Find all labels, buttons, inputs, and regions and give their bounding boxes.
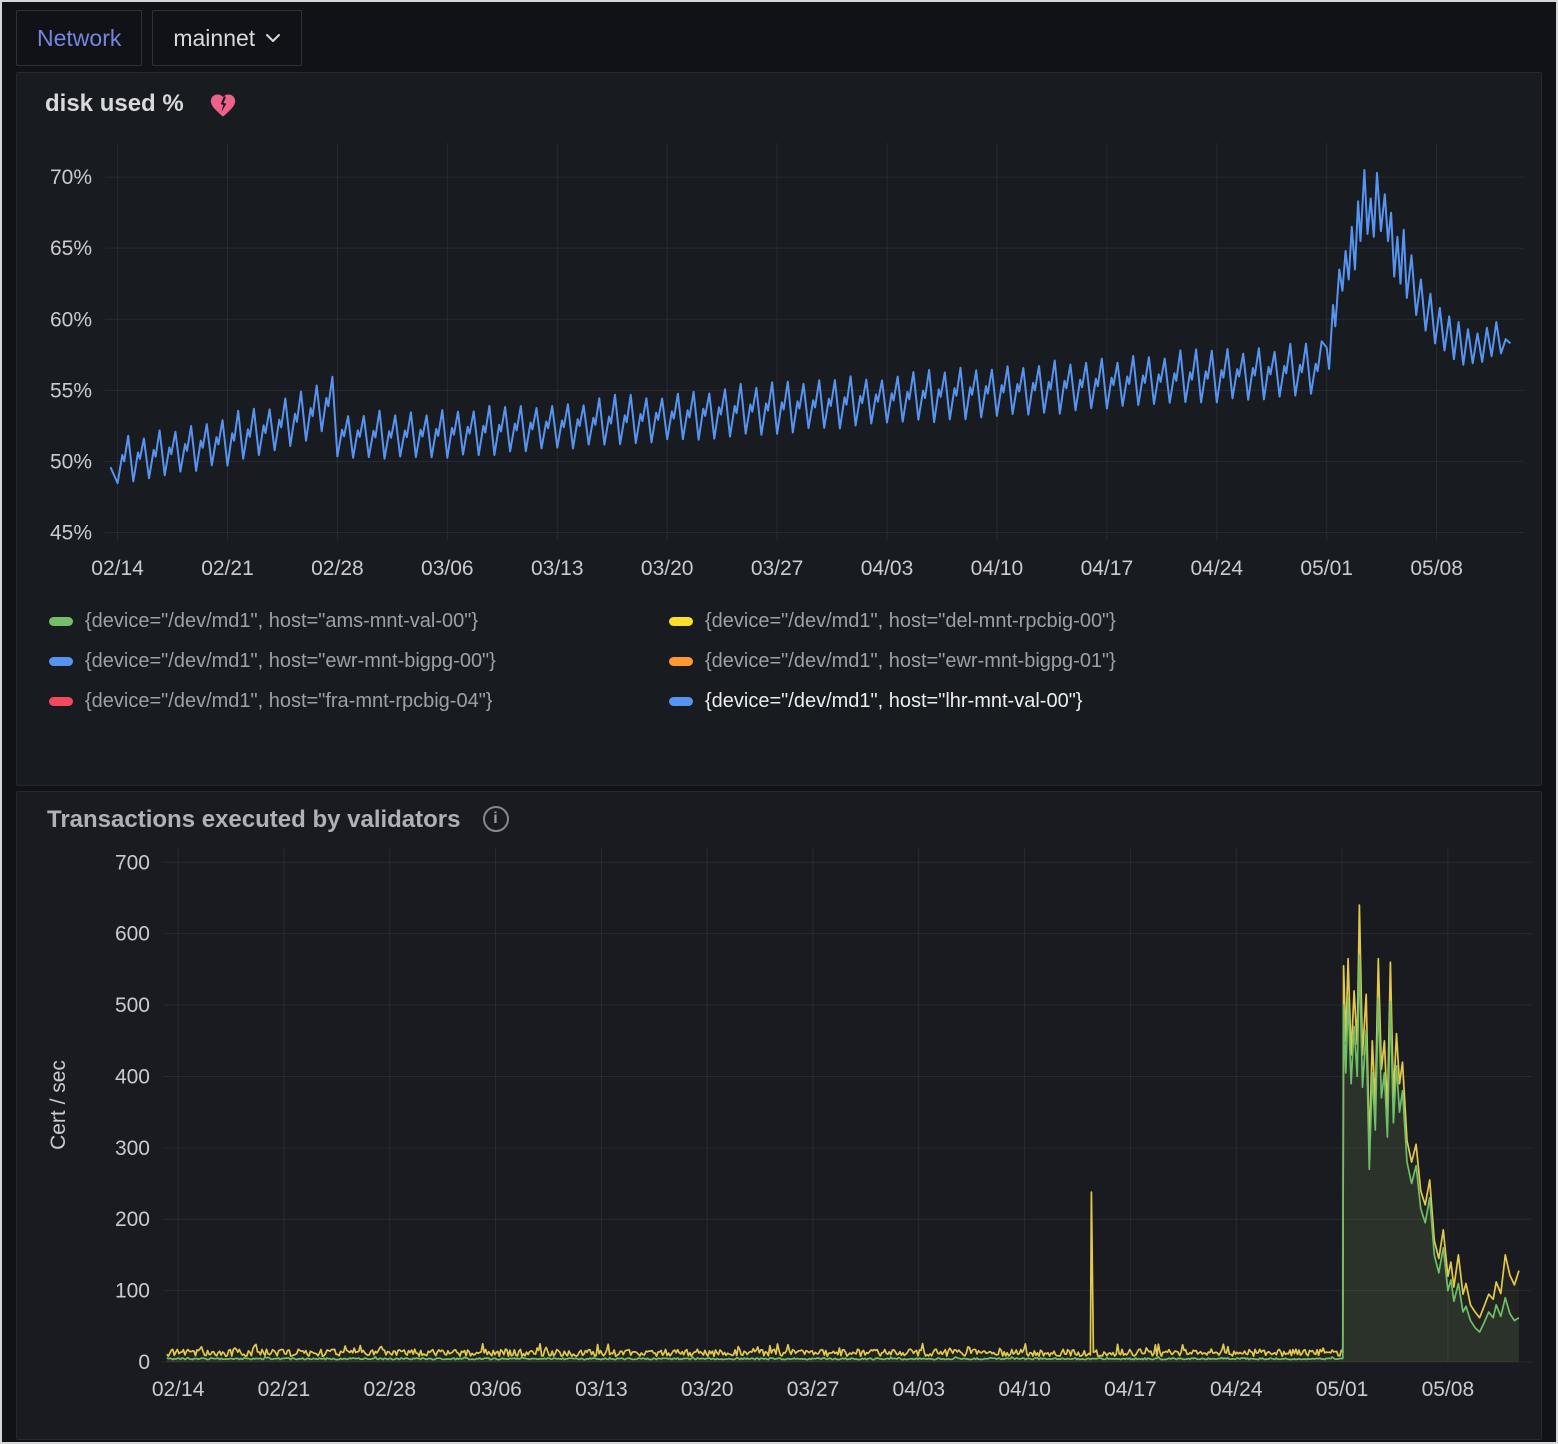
- network-value: mainnet: [173, 25, 255, 52]
- legend-item[interactable]: {device="/dev/md1", host="lhr-mnt-val-00…: [669, 690, 1541, 713]
- legend-swatch: [49, 657, 73, 666]
- validator-certs-yellow-line: [167, 905, 1519, 1356]
- info-circle-icon[interactable]: i: [483, 806, 509, 832]
- x-tick-label: 02/21: [258, 1378, 311, 1401]
- y-tick-label: 60%: [50, 308, 92, 331]
- x-tick-label: 03/20: [681, 1378, 734, 1401]
- legend-swatch: [49, 617, 73, 626]
- legend-label: {device="/dev/md1", host="ams-mnt-val-00…: [85, 610, 478, 633]
- disk-chart-legend: {device="/dev/md1", host="ams-mnt-val-00…: [17, 600, 1541, 713]
- legend-label: {device="/dev/md1", host="ewr-mnt-bigpg-…: [85, 650, 496, 673]
- x-tick-label: 03/27: [787, 1378, 840, 1401]
- x-tick-label: 04/03: [861, 557, 914, 580]
- network-variable-dropdown[interactable]: mainnet: [152, 10, 302, 66]
- network-variable-label[interactable]: Network: [16, 10, 142, 66]
- x-tick-label: 05/08: [1422, 1378, 1475, 1401]
- x-tick-label: 04/24: [1191, 557, 1244, 580]
- x-tick-label: 05/01: [1316, 1378, 1369, 1401]
- y-tick-label: 200: [115, 1208, 150, 1231]
- x-tick-label: 04/10: [998, 1378, 1051, 1401]
- y-tick-label: 70%: [50, 166, 92, 189]
- x-tick-label: 03/27: [751, 557, 804, 580]
- y-tick-label: 100: [115, 1280, 150, 1303]
- x-tick-label: 03/13: [531, 557, 584, 580]
- legend-swatch: [49, 697, 73, 706]
- x-tick-label: 02/21: [201, 557, 254, 580]
- validator-certs-green-line: [167, 955, 1519, 1360]
- x-tick-label: 04/03: [893, 1378, 946, 1401]
- x-tick-label: 03/06: [421, 557, 474, 580]
- x-tick-label: 04/10: [971, 557, 1024, 580]
- legend-swatch: [669, 617, 693, 626]
- legend-label: {device="/dev/md1", host="ewr-mnt-bigpg-…: [705, 650, 1116, 673]
- chevron-down-icon: [265, 33, 281, 43]
- y-tick-label: 50%: [50, 450, 92, 473]
- legend-swatch: [669, 657, 693, 666]
- x-tick-label: 04/24: [1210, 1378, 1263, 1401]
- panel-transactions: Transactions executed by validators i 0 1…: [16, 791, 1542, 1440]
- y-tick-label: 400: [115, 1065, 150, 1088]
- legend-label: {device="/dev/md1", host="del-mnt-rpcbig…: [705, 610, 1116, 633]
- x-tick-label: 02/28: [363, 1378, 416, 1401]
- panel-disk-used: disk used % 45% 50% 55% 60% 65% 70% 02/14 02/21…: [16, 72, 1542, 786]
- legend-label: {device="/dev/md1", host="lhr-mnt-val-00…: [705, 690, 1082, 713]
- x-tick-label: 02/28: [311, 557, 364, 580]
- legend-item[interactable]: {device="/dev/md1", host="ewr-mnt-bigpg-…: [669, 650, 1541, 673]
- x-tick-label: 03/06: [469, 1378, 522, 1401]
- validator-certs-yellow-area: [167, 905, 1519, 1362]
- disk-series-line: [111, 170, 1511, 483]
- y-axis-label: Cert / sec: [47, 1060, 70, 1150]
- legend-item[interactable]: {device="/dev/md1", host="del-mnt-rpcbig…: [669, 610, 1541, 633]
- x-tick-label: 04/17: [1104, 1378, 1157, 1401]
- legend-item[interactable]: {device="/dev/md1", host="ewr-mnt-bigpg-…: [49, 650, 649, 673]
- dashboard-toolbar: Network mainnet: [2, 2, 1556, 72]
- legend-item[interactable]: {device="/dev/md1", host="fra-mnt-rpcbig…: [49, 690, 649, 713]
- x-tick-label: 05/01: [1300, 557, 1353, 580]
- broken-heart-icon: [208, 91, 238, 119]
- x-tick-label: 02/14: [91, 557, 144, 580]
- panel-title: disk used %: [45, 90, 184, 118]
- y-tick-label: 45%: [50, 521, 92, 544]
- y-tick-label: 600: [115, 923, 150, 946]
- y-tick-label: 300: [115, 1137, 150, 1160]
- x-tick-label: 03/20: [641, 557, 694, 580]
- y-tick-label: 700: [115, 851, 150, 874]
- x-tick-label: 02/14: [152, 1378, 205, 1401]
- legend-swatch: [669, 697, 693, 706]
- legend-item[interactable]: {device="/dev/md1", host="ams-mnt-val-00…: [49, 610, 649, 633]
- y-tick-label: 500: [115, 994, 150, 1017]
- validator-certs-green-area: [167, 955, 1519, 1362]
- y-tick-label: 65%: [50, 237, 92, 260]
- legend-label: {device="/dev/md1", host="fra-mnt-rpcbig…: [85, 690, 493, 713]
- x-tick-label: 04/17: [1081, 557, 1134, 580]
- x-tick-label: 03/13: [575, 1378, 628, 1401]
- transactions-chart[interactable]: 0 100 200 300 400 500 600 700 02/14 02/21 02/28 03/…: [31, 834, 1545, 1420]
- y-tick-label: 55%: [50, 379, 92, 402]
- y-tick-label: 0: [138, 1351, 150, 1374]
- panel-title: Transactions executed by validators: [17, 792, 461, 834]
- disk-used-chart[interactable]: 45% 50% 55% 60% 65% 70% 02/14 02/21 02/28 03/06 03…: [31, 121, 1531, 595]
- network-label: Network: [37, 25, 121, 52]
- x-tick-label: 05/08: [1410, 557, 1463, 580]
